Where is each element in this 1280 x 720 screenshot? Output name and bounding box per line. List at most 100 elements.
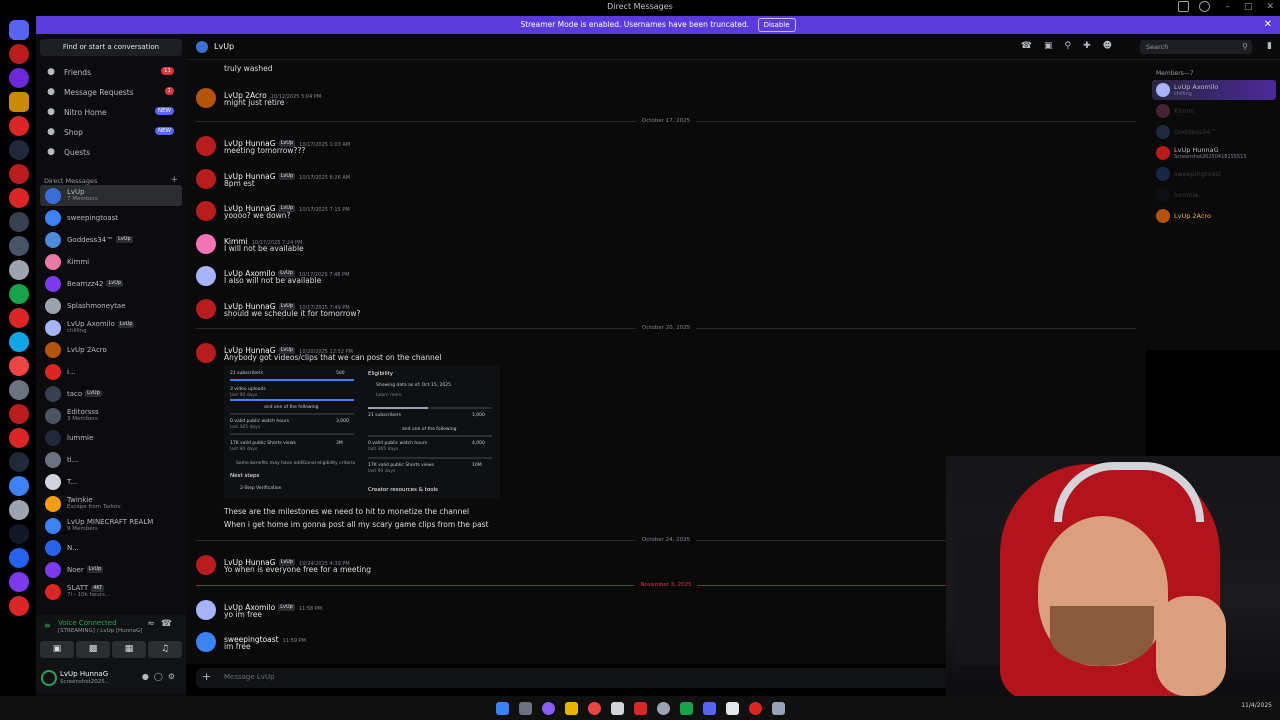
server-icon[interactable] [9,596,29,616]
pin-icon[interactable]: ⚲ [1064,41,1071,51]
member-item[interactable]: LvUp 2Acro [1152,206,1276,226]
dm-item[interactable]: Splashmoneytae [40,295,182,316]
member-list-icon[interactable]: ☻ [1103,41,1112,51]
dm-item[interactable]: SLATT 4KT 7l - 10k hours... [40,581,182,602]
server-icon[interactable] [9,92,29,112]
dm-item[interactable]: LvUp 7 Members [40,185,182,206]
server-icon[interactable] [9,572,29,592]
server-icon[interactable] [9,188,29,208]
close-banner-icon[interactable]: ✕ [1264,16,1272,34]
avatar[interactable] [196,266,216,286]
app-icon[interactable] [771,701,785,715]
app-icon[interactable] [610,701,624,715]
maximize-icon[interactable]: □ [1244,2,1253,12]
member-item[interactable]: lummie [1152,185,1276,205]
inbox-icon[interactable] [1178,1,1189,12]
nav-message-requests[interactable]: ● Message Requests 1 [40,83,182,101]
dm-item[interactable]: LvUp MINECRAFT REALM 9 Members [40,515,182,536]
attach-plus-icon[interactable]: + [202,670,211,683]
dm-item[interactable]: Noer LvUp [40,559,182,580]
app-icon[interactable] [725,701,739,715]
camera-button[interactable]: ▣ [40,641,74,658]
start-icon[interactable] [495,701,509,715]
dm-item[interactable]: Editorsss 3 Members [40,405,182,426]
obs-icon[interactable] [748,701,762,715]
voice-channel[interactable]: [STREAMING] / LvUp [HunnaG] [58,628,142,634]
add-friends-icon[interactable]: ✚ [1083,41,1091,51]
dm-item[interactable]: sweepingtoast [40,207,182,228]
server-icon[interactable] [9,428,29,448]
chrome-icon[interactable] [587,701,601,715]
server-icon[interactable] [9,68,29,88]
search-input[interactable]: Search ⚲ [1140,40,1252,54]
discord-icon[interactable] [702,701,716,715]
dm-item[interactable]: i... [40,361,182,382]
avatar[interactable] [196,632,216,652]
dm-item[interactable]: lummie [40,427,182,448]
app-icon[interactable] [633,701,647,715]
server-icon[interactable] [9,212,29,232]
settings-icon[interactable]: ⚙ [168,672,180,681]
avatar[interactable] [196,343,216,363]
taskbar-clock[interactable]: 11/4/2025 [1241,702,1272,709]
avatar[interactable] [196,88,216,108]
close-window-icon[interactable]: ✕ [1266,2,1274,12]
server-icon[interactable] [9,500,29,520]
file-explorer-icon[interactable] [564,701,578,715]
member-item[interactable]: Goddess34™ [1152,122,1276,142]
member-item[interactable]: Kimmi [1152,101,1276,121]
dm-item[interactable]: Goddess34™ LvUp [40,229,182,250]
video-call-icon[interactable]: ▣ [1044,41,1053,51]
headset-icon[interactable]: ◯ [154,672,168,681]
server-icon[interactable] [9,260,29,280]
dm-item[interactable]: Kimmi [40,251,182,272]
user-name[interactable]: LvUp HunnaG [60,670,108,678]
mic-icon[interactable]: ● [142,672,154,681]
nav-nitro-home[interactable]: ● Nitro Home NEW [40,103,182,121]
nav-quests[interactable]: ● Quests [40,143,182,161]
server-icon[interactable] [9,548,29,568]
dm-item[interactable]: T... [40,471,182,492]
activities-button[interactable]: ▦ [112,641,146,658]
dm-item[interactable]: LvUp Axomilo LvUp chilling [40,317,182,338]
call-icon[interactable]: ☎ [1021,41,1032,51]
home-button[interactable] [9,20,29,40]
server-icon[interactable] [9,116,29,136]
avatar[interactable] [196,555,216,575]
server-icon[interactable] [9,356,29,376]
server-icon[interactable] [9,476,29,496]
server-icon[interactable] [9,452,29,472]
dm-item[interactable]: taco LvUp [40,383,182,404]
avatar[interactable] [196,234,216,254]
screen-share-button[interactable]: ▩ [76,641,110,658]
app-icon[interactable] [679,701,693,715]
member-item[interactable]: sweepingtoast [1152,164,1276,184]
server-icon[interactable] [9,380,29,400]
dm-item[interactable]: ti... [40,449,182,470]
attachment-image[interactable]: 21 subscribers 500 3 video uploads last … [224,365,500,499]
server-icon[interactable] [9,284,29,304]
server-icon[interactable] [9,404,29,424]
server-icon[interactable] [9,44,29,64]
soundboard-button[interactable]: ♫ [148,641,182,658]
server-icon[interactable] [9,524,29,544]
nav-shop[interactable]: ● Shop NEW [40,123,182,141]
app-icon[interactable] [656,701,670,715]
dm-item[interactable]: Beamzz42 LvUp [40,273,182,294]
avatar[interactable] [196,600,216,620]
server-icon[interactable] [9,164,29,184]
server-icon[interactable] [9,236,29,256]
member-item[interactable]: LvUp HunnaG Screenshot20250418155515 [1152,143,1276,163]
dm-item[interactable]: N... [40,537,182,558]
create-dm-icon[interactable]: + [170,175,178,185]
nav-friends[interactable]: ● Friends 11 [40,63,182,81]
avatar[interactable] [196,299,216,319]
find-conversation-button[interactable]: Find or start a conversation [40,39,182,56]
server-icon[interactable] [9,140,29,160]
dm-item[interactable]: Twinkie Escape from Tarkov [40,493,182,514]
member-item[interactable]: LvUp Axomilo chilling [1152,80,1276,100]
avatar[interactable] [196,201,216,221]
server-icon[interactable] [9,308,29,328]
bookmark-icon[interactable]: ▮ [1267,41,1272,51]
dm-item[interactable]: LvUp 2Acro [40,339,182,360]
